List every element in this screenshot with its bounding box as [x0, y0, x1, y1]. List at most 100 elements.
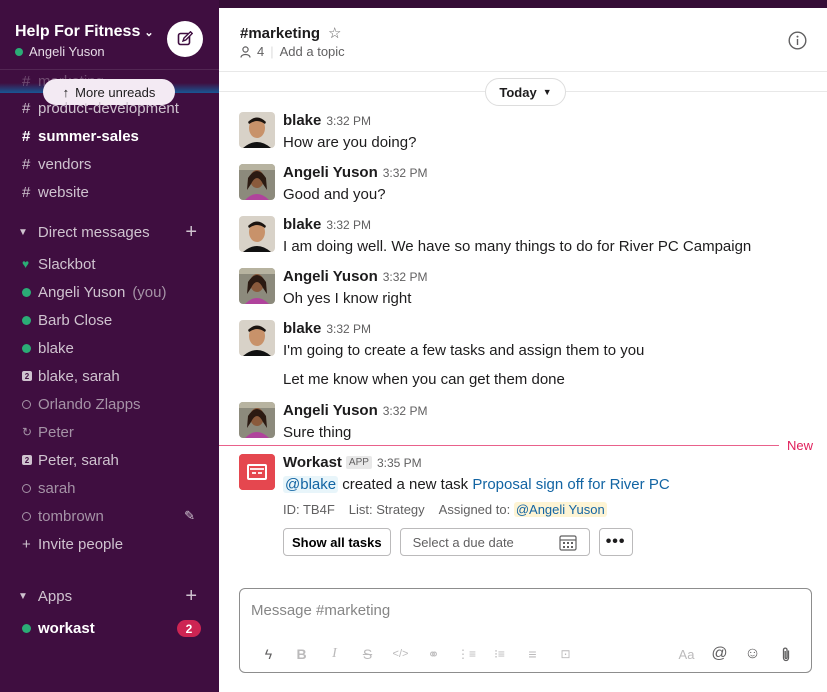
sidebar-dm-slackbot[interactable]: ♥ Slackbot — [0, 250, 219, 278]
message-sender[interactable]: Angeli Yuson — [283, 268, 378, 285]
avatar-blake[interactable] — [239, 112, 275, 148]
compose-button[interactable] — [167, 21, 203, 57]
message-text: How are you doing? — [283, 134, 417, 151]
dm-section-header[interactable]: ▼ Direct messages + — [0, 218, 219, 246]
code-block-icon[interactable]: ⊡ — [549, 647, 582, 661]
message-text: Sure thing — [283, 424, 352, 441]
sidebar-channel-product-development[interactable]: # product-development — [0, 94, 219, 122]
star-icon[interactable]: ☆ — [328, 24, 341, 42]
sidebar-dm-barb-close[interactable]: Barb Close — [0, 306, 219, 334]
avatar-angeli-yuson[interactable] — [239, 402, 275, 438]
message-text: Good and you? — [283, 186, 386, 203]
sidebar-dm-angeli-yuson[interactable]: Angeli Yuson (you) — [0, 278, 219, 306]
info-icon — [788, 31, 807, 50]
app-sender[interactable]: Workast — [283, 454, 342, 471]
task-actions: Show all tasks Select a due date ••• — [283, 528, 670, 556]
workspace-header[interactable]: Help For Fitness ⌄ Angeli Yuson — [0, 8, 219, 70]
message-input[interactable]: Message #marketing — [251, 602, 390, 619]
avatar-angeli-yuson[interactable] — [239, 164, 275, 200]
unread-count-badge: 2 — [177, 620, 201, 637]
more-actions-button[interactable]: ••• — [598, 528, 633, 556]
message-sender[interactable]: Angeli Yuson — [283, 164, 378, 181]
blockquote-icon[interactable]: ≡ — [516, 646, 549, 662]
sidebar-channel-vendors[interactable]: # vendors — [0, 150, 219, 178]
message-time[interactable]: 3:32 PM — [326, 218, 371, 232]
new-messages-label: New — [786, 438, 813, 453]
group-count-icon: 2 — [22, 455, 32, 465]
main-pane: #marketing ☆ 4 | Add a topic Today ▼ bla… — [219, 0, 827, 692]
message-time[interactable]: 3:32 PM — [326, 322, 371, 336]
sidebar-dm-label: Peter, sarah — [38, 451, 119, 469]
apps-section-label: Apps — [37, 587, 73, 605]
dm-section-label: Direct messages — [37, 223, 150, 241]
sidebar-channel-label: product-development — [38, 99, 179, 117]
workspace-name[interactable]: Help For Fitness ⌄ — [15, 23, 154, 41]
avatar-workast[interactable] — [239, 454, 275, 490]
sidebar-channel-website[interactable]: # website — [0, 178, 219, 206]
composer-toolbar: ϟ B I S </> ⚭ ⋮≡ ⁝≡ ≡ ⊡ Aa @ ☺ — [252, 643, 802, 665]
message-sender[interactable]: blake — [283, 112, 321, 129]
emoji-icon[interactable]: ☺ — [736, 645, 769, 663]
sidebar-dm-label: tombrown — [38, 507, 104, 525]
task-link[interactable]: Proposal sign off for River PC — [472, 476, 669, 493]
hash-icon: # — [22, 127, 31, 145]
message-time[interactable]: 3:32 PM — [383, 404, 428, 418]
message-time[interactable]: 3:32 PM — [326, 114, 371, 128]
sidebar-dm-peter-sarah[interactable]: 2 Peter, sarah — [0, 446, 219, 474]
bulleted-list-icon[interactable]: ⁝≡ — [483, 647, 516, 661]
assignee-mention[interactable]: @Angeli Yuson — [513, 502, 607, 517]
channel-name[interactable]: #marketing ☆ — [240, 24, 342, 43]
message-sender[interactable]: blake — [283, 216, 321, 233]
invite-people-button[interactable]: + Invite people — [0, 530, 219, 558]
shortcuts-lightning-icon[interactable]: ϟ — [252, 646, 285, 662]
member-icon[interactable] — [240, 45, 251, 58]
current-user: Angeli Yuson — [15, 44, 105, 59]
sidebar-dm-tombrown[interactable]: tombrown ✎ — [0, 502, 219, 530]
bold-icon[interactable]: B — [285, 646, 318, 662]
message-sender[interactable]: Angeli Yuson — [283, 402, 378, 419]
avatar-angeli-yuson[interactable] — [239, 268, 275, 304]
message-sender[interactable]: blake — [283, 320, 321, 337]
show-all-tasks-button[interactable]: Show all tasks — [283, 528, 391, 556]
sidebar-dm-blake[interactable]: blake — [0, 334, 219, 362]
add-topic-link[interactable]: Add a topic — [280, 44, 345, 59]
invite-people-label: Invite people — [38, 535, 124, 553]
add-app-button[interactable]: + — [185, 585, 197, 608]
sidebar-dm-peter[interactable]: ↻ Peter — [0, 418, 219, 446]
sidebar-dm-sarah[interactable]: sarah — [0, 474, 219, 502]
avatar-blake[interactable] — [239, 320, 275, 356]
message-time[interactable]: 3:32 PM — [383, 270, 428, 284]
hash-icon: # — [22, 99, 31, 117]
link-icon[interactable]: ⚭ — [417, 646, 450, 663]
code-icon[interactable]: </> — [384, 648, 417, 660]
task-id: ID: TB4F — [283, 502, 335, 517]
message-time[interactable]: 3:35 PM — [377, 456, 422, 470]
strikethrough-icon[interactable]: S — [351, 646, 384, 662]
sidebar-dm-blake-sarah[interactable]: 2 blake, sarah — [0, 362, 219, 390]
apps-section-header[interactable]: ▼ Apps + — [0, 582, 219, 610]
attachment-icon[interactable] — [769, 646, 802, 663]
mention-at-icon[interactable]: @ — [703, 645, 736, 663]
date-divider-button[interactable]: Today ▼ — [485, 78, 566, 106]
add-dm-button[interactable]: + — [185, 221, 197, 244]
member-count[interactable]: 4 — [257, 44, 264, 59]
avatar-blake[interactable] — [239, 216, 275, 252]
caret-down-icon: ▼ — [18, 590, 28, 602]
ordered-list-icon[interactable]: ⋮≡ — [450, 647, 483, 661]
channel-details-button[interactable] — [788, 31, 807, 55]
message-composer[interactable]: Message #marketing ϟ B I S </> ⚭ ⋮≡ ⁝≡ ≡… — [239, 588, 812, 673]
italic-icon[interactable]: I — [318, 646, 351, 662]
task-list: List: Strategy — [348, 502, 425, 517]
user-mention[interactable]: @blake — [283, 476, 339, 493]
message-time[interactable]: 3:32 PM — [383, 166, 428, 180]
calendar-icon — [558, 534, 577, 551]
edit-pencil-icon[interactable]: ✎ — [184, 508, 195, 524]
message-text: Let me know when you can get them done — [283, 371, 565, 388]
sidebar-dm-label: Orlando Zlapps — [38, 395, 141, 413]
due-date-picker[interactable]: Select a due date — [399, 528, 590, 556]
formatting-aa-icon[interactable]: Aa — [670, 647, 703, 662]
sidebar-dm-orlando-zlapps[interactable]: Orlando Zlapps — [0, 390, 219, 418]
caret-down-icon: ▼ — [18, 226, 28, 238]
sidebar-app-workast[interactable]: workast 2 — [0, 614, 219, 642]
sidebar-channel-summer-sales[interactable]: # summer-sales — [0, 122, 219, 150]
